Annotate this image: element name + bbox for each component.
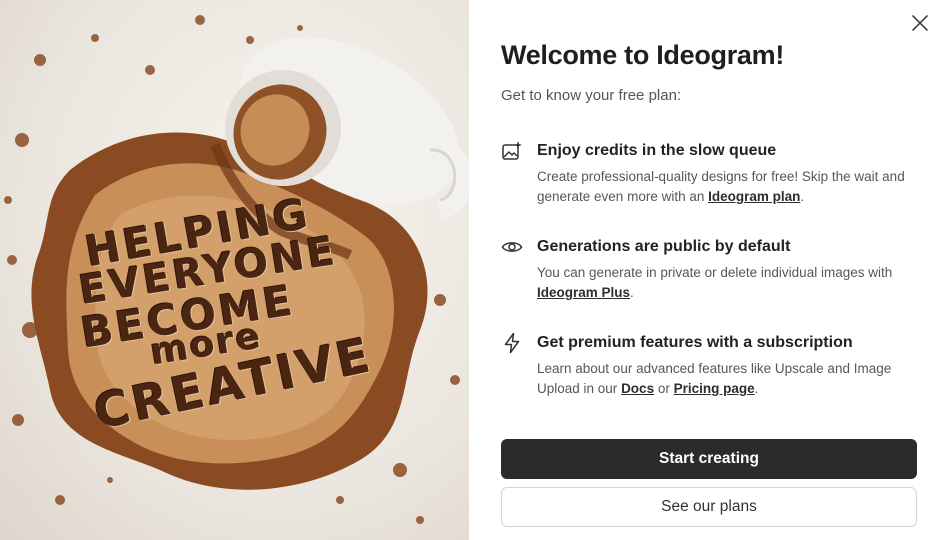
lightning-icon: [501, 332, 523, 354]
dialog-title: Welcome to Ideogram!: [501, 40, 785, 70]
feature-title: Enjoy credits in the slow queue: [537, 142, 777, 159]
welcome-dialog: HELPING EVERYONE BECOME more CREATIVE We…: [0, 0, 936, 540]
feature-text: You can generate in private or delete in…: [537, 265, 893, 280]
feature-text: .: [754, 381, 759, 396]
ideogram-plan-link[interactable]: Ideogram plan: [708, 189, 800, 204]
see-our-plans-button[interactable]: See our plans: [501, 487, 917, 527]
feature-description: You can generate in private or delete in…: [537, 263, 927, 303]
eye-icon: [501, 236, 523, 258]
feature-text: or: [654, 381, 674, 396]
feature-text: .: [630, 285, 634, 300]
feature-title: Get premium features with a subscription: [537, 334, 853, 351]
pricing-page-link[interactable]: Pricing page: [674, 381, 755, 396]
welcome-panel: Welcome to Ideogram! Get to know your fr…: [469, 0, 936, 540]
docs-link[interactable]: Docs: [621, 381, 654, 396]
dialog-subtitle: Get to know your free plan:: [501, 87, 682, 104]
coffee-spill-image: [4, 15, 469, 524]
feature-title: Generations are public by default: [537, 238, 791, 255]
ideogram-plus-link[interactable]: Ideogram Plus: [537, 285, 630, 300]
feature-description: Create professional-quality designs for …: [537, 167, 927, 207]
close-icon: [912, 15, 928, 31]
feature-description: Learn about our advanced features like U…: [537, 359, 927, 399]
close-button[interactable]: [907, 10, 933, 36]
feature-text: .: [800, 189, 805, 204]
start-creating-button[interactable]: Start creating: [501, 439, 917, 479]
image-sparkle-icon: [501, 140, 523, 162]
welcome-illustration: HELPING EVERYONE BECOME more CREATIVE: [0, 0, 469, 540]
